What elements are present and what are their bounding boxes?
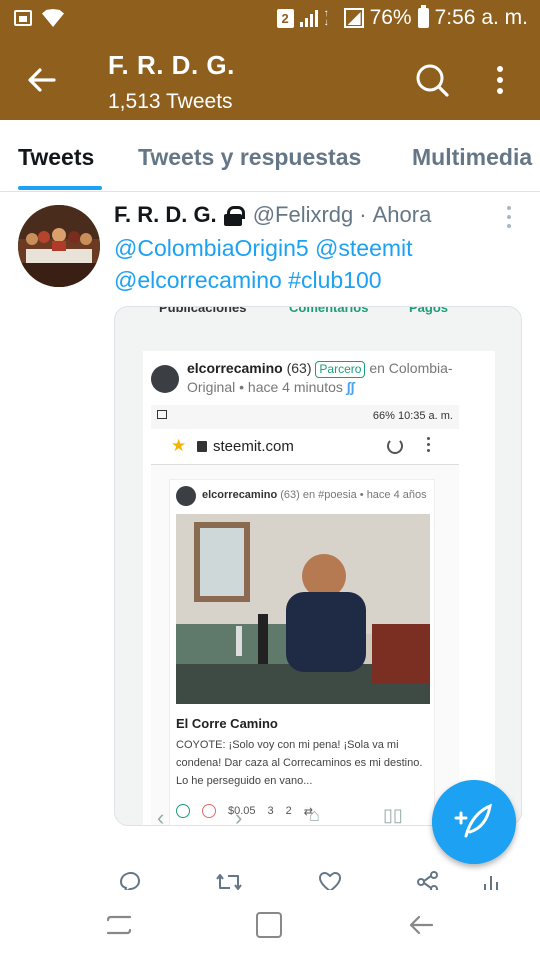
profile-title: F. R. D. G. [108, 50, 235, 80]
gallery-notification-icon [157, 410, 167, 419]
tweet-header: F. R. D. G. @Felixrdg · Ahora [114, 202, 431, 228]
more-options-icon [427, 437, 430, 452]
analytics-icon[interactable] [482, 870, 500, 890]
lock-icon [197, 441, 207, 452]
embedded-tab: Pagos [409, 306, 449, 315]
inner-url-bar: ★ steemit.com [151, 429, 459, 465]
avatar[interactable] [18, 205, 100, 287]
forward-icon: › [235, 805, 243, 826]
inner-url: steemit.com [213, 438, 294, 455]
gallery-notification-icon [14, 10, 32, 26]
tab-tweets[interactable]: Tweets [18, 144, 94, 171]
embedded-tabs: Publicaciones Comentarios Pagos [115, 306, 521, 319]
active-tab-indicator [18, 186, 102, 190]
tweet-count: 1,513 Tweets [108, 90, 233, 113]
post-author: elcorrecamino [202, 489, 278, 501]
embedded-tab: Publicaciones [159, 306, 247, 315]
tweet-text-line[interactable]: @ColombiaOrigin5 @steemit [114, 232, 524, 264]
post-meta: elcorrecamino (63) en #poesia • hace 4 a… [202, 489, 427, 501]
post-time: • hace 4 años [359, 489, 427, 501]
tab-tweets-and-replies[interactable]: Tweets y respuestas [138, 144, 361, 171]
book-icon: ▯▯ [383, 805, 403, 825]
search-icon[interactable] [414, 62, 450, 98]
system-nav-bar [0, 890, 540, 960]
post-title: El Corre Camino [176, 716, 278, 731]
protected-lock-icon [223, 206, 245, 226]
embedded-avatar [151, 365, 179, 393]
post-photo [176, 514, 430, 704]
status-bar: 2 ↑ ↓ 76% 7:56 a. m. [0, 0, 540, 40]
embedded-post-card: elcorrecamino (63) Parcero en Colombia-O… [143, 351, 495, 825]
embedded-badge: Parcero [315, 361, 366, 378]
back-icon: ‹ [157, 805, 165, 826]
back-arrow-icon[interactable] [24, 62, 60, 98]
system-back-icon[interactable] [408, 912, 434, 938]
battery-percent: 76% [369, 6, 412, 29]
clock: 7:56 a. m. [434, 6, 528, 29]
embedded-tab: Comentarios [289, 306, 369, 315]
tweet-menu-icon[interactable] [504, 206, 514, 228]
inner-screenshot: 66% 10:35 a. m. ★ steemit.com elcorrecam… [151, 405, 459, 825]
post-reputation: (63) [280, 489, 300, 501]
inner-clock: 10:35 a. m. [397, 410, 453, 422]
embedded-time: • hace 4 minutos [239, 379, 343, 395]
handle-separator: · [359, 202, 367, 227]
embedded-post-meta: elcorrecamino (63) Parcero en Colombia-O… [187, 359, 487, 396]
steemit-post: elcorrecamino (63) en #poesia • hace 4 a… [169, 479, 435, 825]
post-body: COYOTE: ¡Solo voy con mi pena! ¡Sola va … [176, 739, 423, 787]
lte-icon: ↑ ↓ [323, 8, 329, 28]
battery-icon [417, 5, 429, 28]
signal-strength-icon [343, 8, 364, 28]
more-options-icon[interactable] [488, 64, 512, 96]
compose-tweet-button[interactable] [432, 780, 516, 864]
tweet-text: @ColombiaOrigin5 @steemit @elcorrecamino… [114, 232, 524, 296]
wifi-icon [42, 9, 64, 27]
post-avatar [176, 486, 196, 506]
inner-battery: 66% [372, 410, 395, 422]
steem-logo-icon: ∫∫ [346, 379, 355, 395]
signal-icon [299, 9, 318, 27]
tweet-text-line[interactable]: @elcorrecamino #club100 [114, 264, 524, 296]
retweet-icon[interactable] [216, 870, 242, 890]
tweet-author-handle: @Felixrdg [252, 202, 354, 227]
embedded-reputation: (63) [286, 360, 312, 376]
home-button-icon[interactable] [256, 912, 282, 938]
tweet-media-image[interactable]: Publicaciones Comentarios Pagos elcorrec… [114, 306, 522, 826]
tweet-author-name[interactable]: F. R. D. G. [114, 202, 217, 228]
embedded-author: elcorrecamino [187, 360, 283, 376]
profile-tabs: Tweets Tweets y respuestas Multimedia [0, 120, 540, 192]
post-community: en #poesia [302, 489, 357, 501]
tab-media[interactable]: Multimedia [412, 144, 532, 171]
profile-header: F. R. D. G. 1,513 Tweets [0, 40, 540, 120]
like-icon[interactable] [318, 870, 342, 890]
inner-status-bar: 66% 10:35 a. m. [151, 405, 459, 429]
star-icon: ★ [171, 436, 187, 455]
sim-badge: 2 [276, 8, 294, 28]
reload-icon [387, 438, 403, 454]
home-icon: ⌂ [309, 805, 320, 825]
recent-apps-icon[interactable] [106, 914, 132, 936]
share-icon[interactable] [416, 870, 440, 890]
reply-icon[interactable] [118, 870, 142, 890]
tweet-time: Ahora [372, 202, 432, 227]
tweet-actions [0, 866, 540, 890]
